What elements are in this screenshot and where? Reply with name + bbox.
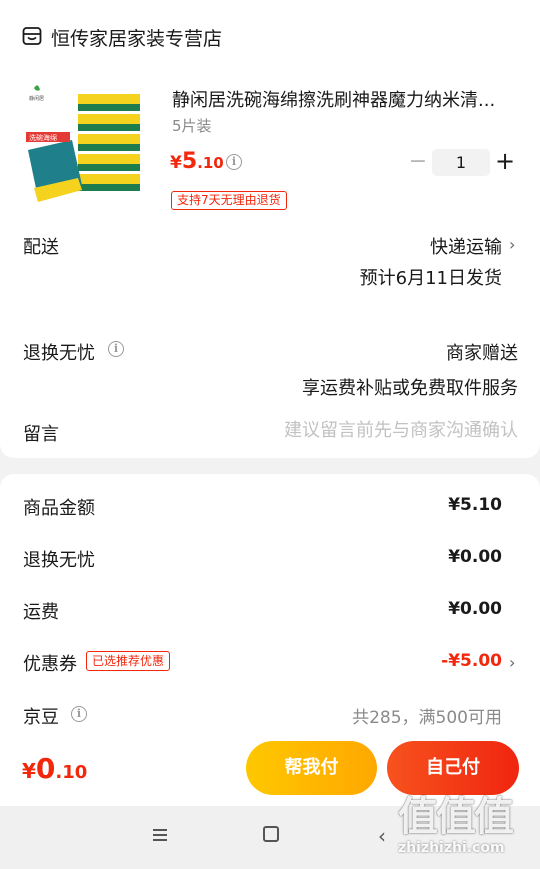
image-brand-text: 静闲居 bbox=[29, 95, 44, 102]
message-label: 留言 bbox=[23, 424, 59, 445]
store-name[interactable]: 恒传家居家装专营店 bbox=[51, 24, 222, 51]
jd-bean-text: 共285，满500可用 bbox=[352, 708, 502, 728]
quantity-increase-button[interactable]: + bbox=[494, 148, 516, 174]
jd-bean-info-icon[interactable]: i bbox=[71, 706, 87, 722]
price-integer: 5 bbox=[181, 149, 198, 174]
watermark-url: zhizhizhi.com bbox=[398, 840, 505, 856]
goods-amount-value: ¥5.10 bbox=[448, 495, 502, 515]
shipping-fee-value: ¥0.00 bbox=[448, 599, 502, 619]
return-service-provider: 商家赠送 bbox=[446, 343, 518, 364]
jd-bean-label: 京豆 bbox=[23, 707, 59, 728]
home-icon[interactable] bbox=[263, 826, 279, 842]
product-spec: 5片装 bbox=[172, 117, 212, 135]
return-service-detail: 享运费补贴或免费取件服务 bbox=[302, 378, 518, 399]
shipping-method[interactable]: 快递运输 bbox=[430, 233, 502, 259]
return-service-label: 退换无忧 bbox=[23, 343, 95, 364]
watermark-logo: 值值值 bbox=[398, 794, 514, 840]
return-fee-value: ¥0.00 bbox=[448, 547, 502, 567]
coupon-value[interactable]: -¥5.00 bbox=[441, 651, 502, 671]
total-integer: 0 bbox=[35, 752, 56, 785]
back-icon[interactable]: ‹ bbox=[378, 824, 386, 848]
coupon-tag: 已选推荐优惠 bbox=[86, 651, 171, 671]
message-input[interactable] bbox=[218, 420, 518, 441]
product-image[interactable]: 静闲居 洗碗海绵 bbox=[20, 80, 150, 210]
quantity-decrease-button[interactable]: − bbox=[408, 150, 428, 174]
coupon-label: 优惠券 bbox=[23, 654, 77, 675]
product-price: ¥5.10 bbox=[170, 149, 224, 174]
store-icon bbox=[22, 27, 42, 45]
total-price: ¥0.10 bbox=[22, 752, 87, 785]
shipping-fee-label: 运费 bbox=[23, 602, 59, 623]
price-currency: ¥ bbox=[170, 153, 182, 173]
price-decimal: .10 bbox=[197, 154, 224, 172]
price-info-icon[interactable]: i bbox=[226, 154, 242, 170]
goods-amount-label: 商品金额 bbox=[23, 498, 95, 519]
shipping-date: 预计6月11日发货 bbox=[359, 268, 502, 289]
return-fee-label: 退换无忧 bbox=[23, 550, 95, 571]
quantity-input[interactable]: 1 bbox=[432, 149, 490, 176]
total-currency: ¥ bbox=[22, 759, 36, 783]
total-decimal: .10 bbox=[55, 762, 88, 783]
image-label-text: 洗碗海绵 bbox=[29, 133, 57, 142]
chevron-right-icon[interactable]: › bbox=[509, 653, 515, 672]
shipping-label: 配送 bbox=[23, 237, 59, 258]
return-policy-tag: 支持7天无理由退货 bbox=[171, 191, 287, 210]
product-title[interactable]: 静闲居洗碗海绵擦洗刷神器魔力纳米清... bbox=[172, 86, 522, 112]
chevron-right-icon[interactable]: › bbox=[509, 235, 515, 254]
help-pay-button[interactable]: 帮我付 bbox=[246, 741, 377, 795]
menu-icon[interactable] bbox=[151, 826, 169, 844]
return-service-info-icon[interactable]: i bbox=[108, 341, 124, 357]
